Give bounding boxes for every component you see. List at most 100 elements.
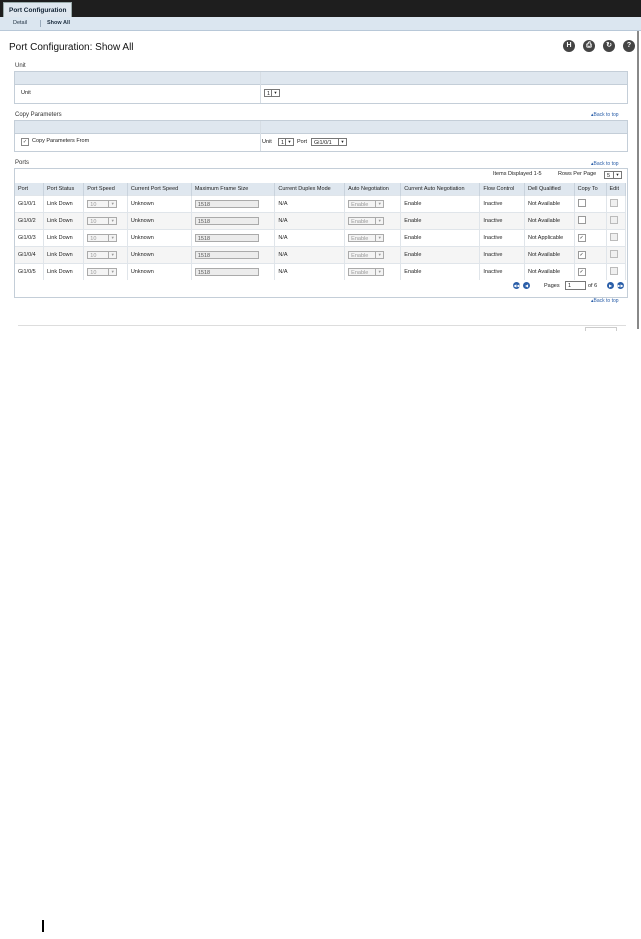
last-page-icon[interactable]: ▶▶ <box>617 282 624 289</box>
h-icon[interactable]: H <box>563 40 575 52</box>
port-speed-select[interactable]: 10 ▼ <box>87 268 118 276</box>
flow-control-cell: Inactive <box>479 195 525 213</box>
port-cell: Gi1/0/2 <box>15 212 45 230</box>
port-speed-select[interactable]: 10 ▼ <box>87 200 118 208</box>
column-header[interactable]: Maximum Frame Size <box>191 183 276 196</box>
column-header[interactable]: Copy To <box>574 183 607 196</box>
copy-to-checkbox[interactable]: ✓ <box>577 251 586 259</box>
edit-checkbox[interactable] <box>609 233 618 241</box>
unit-select[interactable]: 1 ▼ <box>264 89 280 97</box>
copy-parameters-header <box>15 121 627 134</box>
copy-parameters-title: Copy Parameters <box>15 112 62 118</box>
frame-size-field[interactable]: 1518 <box>194 234 259 242</box>
flow-control-cell: Inactive <box>479 229 525 247</box>
copy-port-label: Port <box>297 139 308 145</box>
frame-size-field[interactable]: 1518 <box>194 268 259 276</box>
copy-to-checkbox[interactable]: ✓ <box>577 268 586 276</box>
frame-size-field[interactable]: 1518 <box>194 217 259 225</box>
column-header[interactable]: Port Speed <box>83 183 128 196</box>
dell-qualified-cell: Not Available <box>524 195 575 213</box>
copy-port-select[interactable]: Gi1/0/1 ▼ <box>311 138 347 146</box>
rows-per-page-value: 5 <box>607 173 611 179</box>
port-speed-select[interactable]: 10 ▼ <box>87 234 118 242</box>
back-to-top-link[interactable]: Back to top <box>591 298 619 304</box>
duplex-cell: N/A <box>274 263 346 280</box>
chevron-down-icon: ▼ <box>613 172 621 178</box>
edit-cell <box>606 195 626 213</box>
column-header[interactable]: Flow Control <box>479 183 525 196</box>
frame-size-cell: 1518 <box>191 229 276 247</box>
auto-negotiation-select[interactable]: Enable ▼ <box>348 200 385 208</box>
column-header[interactable]: Current Duplex Mode <box>274 183 346 196</box>
status-cell: Link Down <box>43 246 85 264</box>
prev-page-icon[interactable]: ◀ <box>523 282 530 289</box>
flow-control-cell: Inactive <box>479 263 525 280</box>
copy-to-checkbox[interactable] <box>577 199 586 207</box>
current-auto-neg-cell: Enable <box>400 195 481 213</box>
auto-negotiation-select[interactable]: Enable ▼ <box>348 251 385 259</box>
copy-to-checkbox[interactable] <box>577 216 586 224</box>
edit-checkbox[interactable] <box>609 216 618 224</box>
first-page-icon[interactable]: ◀◀ <box>513 282 520 289</box>
rows-per-page-select[interactable]: 5 ▼ <box>604 171 622 179</box>
chevron-down-icon: ▼ <box>375 218 383 224</box>
dell-qualified-cell: Not Available <box>524 263 575 280</box>
print-icon[interactable]: ⎙ <box>583 40 595 52</box>
unit-section-box: Unit 1 ▼ <box>14 71 628 104</box>
column-header[interactable]: Dell Qualified <box>524 183 575 196</box>
copy-parameters-checkbox[interactable]: ✓ <box>21 138 29 146</box>
chevron-down-icon: ▼ <box>108 269 116 275</box>
copy-unit-select[interactable]: 1 ▼ <box>278 138 294 146</box>
bottom-divider <box>18 325 626 326</box>
current-speed-cell: Unknown <box>127 246 192 264</box>
chevron-down-icon: ▼ <box>108 252 116 258</box>
auto-negotiation-select[interactable]: Enable ▼ <box>348 268 385 276</box>
items-displayed: Items Displayed 1-5 <box>493 171 542 177</box>
refresh-icon[interactable]: ↻ <box>603 40 615 52</box>
help-icon[interactable]: ? <box>623 40 635 52</box>
next-page-icon[interactable]: ▶ <box>607 282 614 289</box>
frame-size-field[interactable]: 1518 <box>194 200 259 208</box>
ports-section-title: Ports <box>15 160 30 166</box>
page-title: Port Configuration: Show All <box>9 42 134 53</box>
chevron-down-icon: ▼ <box>271 90 279 96</box>
column-header[interactable]: Port Status <box>43 183 85 196</box>
current-speed-cell: Unknown <box>127 195 192 213</box>
pages-label: Pages <box>544 283 560 289</box>
auto-neg-cell: Enable ▼ <box>344 195 402 213</box>
edit-cell <box>606 246 626 264</box>
bottom-button[interactable] <box>585 327 617 331</box>
column-header[interactable]: Current Auto Negotiation <box>400 183 481 196</box>
unit-section-header <box>15 72 627 85</box>
copy-to-cell <box>574 212 607 230</box>
edit-checkbox[interactable] <box>609 250 618 258</box>
tab-show-all[interactable]: Show All <box>47 17 70 30</box>
edit-cell <box>606 229 626 247</box>
page-number-value: 1 <box>568 283 572 289</box>
auto-negotiation-select[interactable]: Enable ▼ <box>348 217 385 225</box>
back-to-top-link[interactable]: Back to top <box>591 161 619 167</box>
frame-size-cell: 1518 <box>191 246 276 264</box>
tab-port-configuration[interactable]: Port Configuration <box>3 2 73 18</box>
sub-tab-bar: Detail Show All <box>0 17 641 31</box>
copy-to-cell: ✓ <box>574 246 607 264</box>
current-auto-neg-cell: Enable <box>400 212 481 230</box>
copy-to-checkbox[interactable]: ✓ <box>577 234 586 242</box>
column-header[interactable]: Edit <box>606 183 626 196</box>
frame-size-field[interactable]: 1518 <box>194 251 259 259</box>
auto-negotiation-select[interactable]: Enable ▼ <box>348 234 385 242</box>
port-speed-select[interactable]: 10 ▼ <box>87 251 118 259</box>
edit-checkbox[interactable] <box>609 199 618 207</box>
port-speed-select[interactable]: 10 ▼ <box>87 217 118 225</box>
back-to-top-link[interactable]: Back to top <box>591 112 619 118</box>
edit-checkbox[interactable] <box>609 267 618 275</box>
column-header[interactable]: Auto Negotiation <box>344 183 402 196</box>
duplex-cell: N/A <box>274 246 346 264</box>
column-header[interactable]: Current Port Speed <box>127 183 192 196</box>
page-number-input[interactable]: 1 <box>565 281 586 290</box>
duplex-cell: N/A <box>274 212 346 230</box>
unit-section-title: Unit <box>15 63 26 69</box>
column-header[interactable]: Port <box>15 183 45 196</box>
tab-detail[interactable]: Detail <box>13 17 27 30</box>
auto-neg-cell: Enable ▼ <box>344 246 402 264</box>
